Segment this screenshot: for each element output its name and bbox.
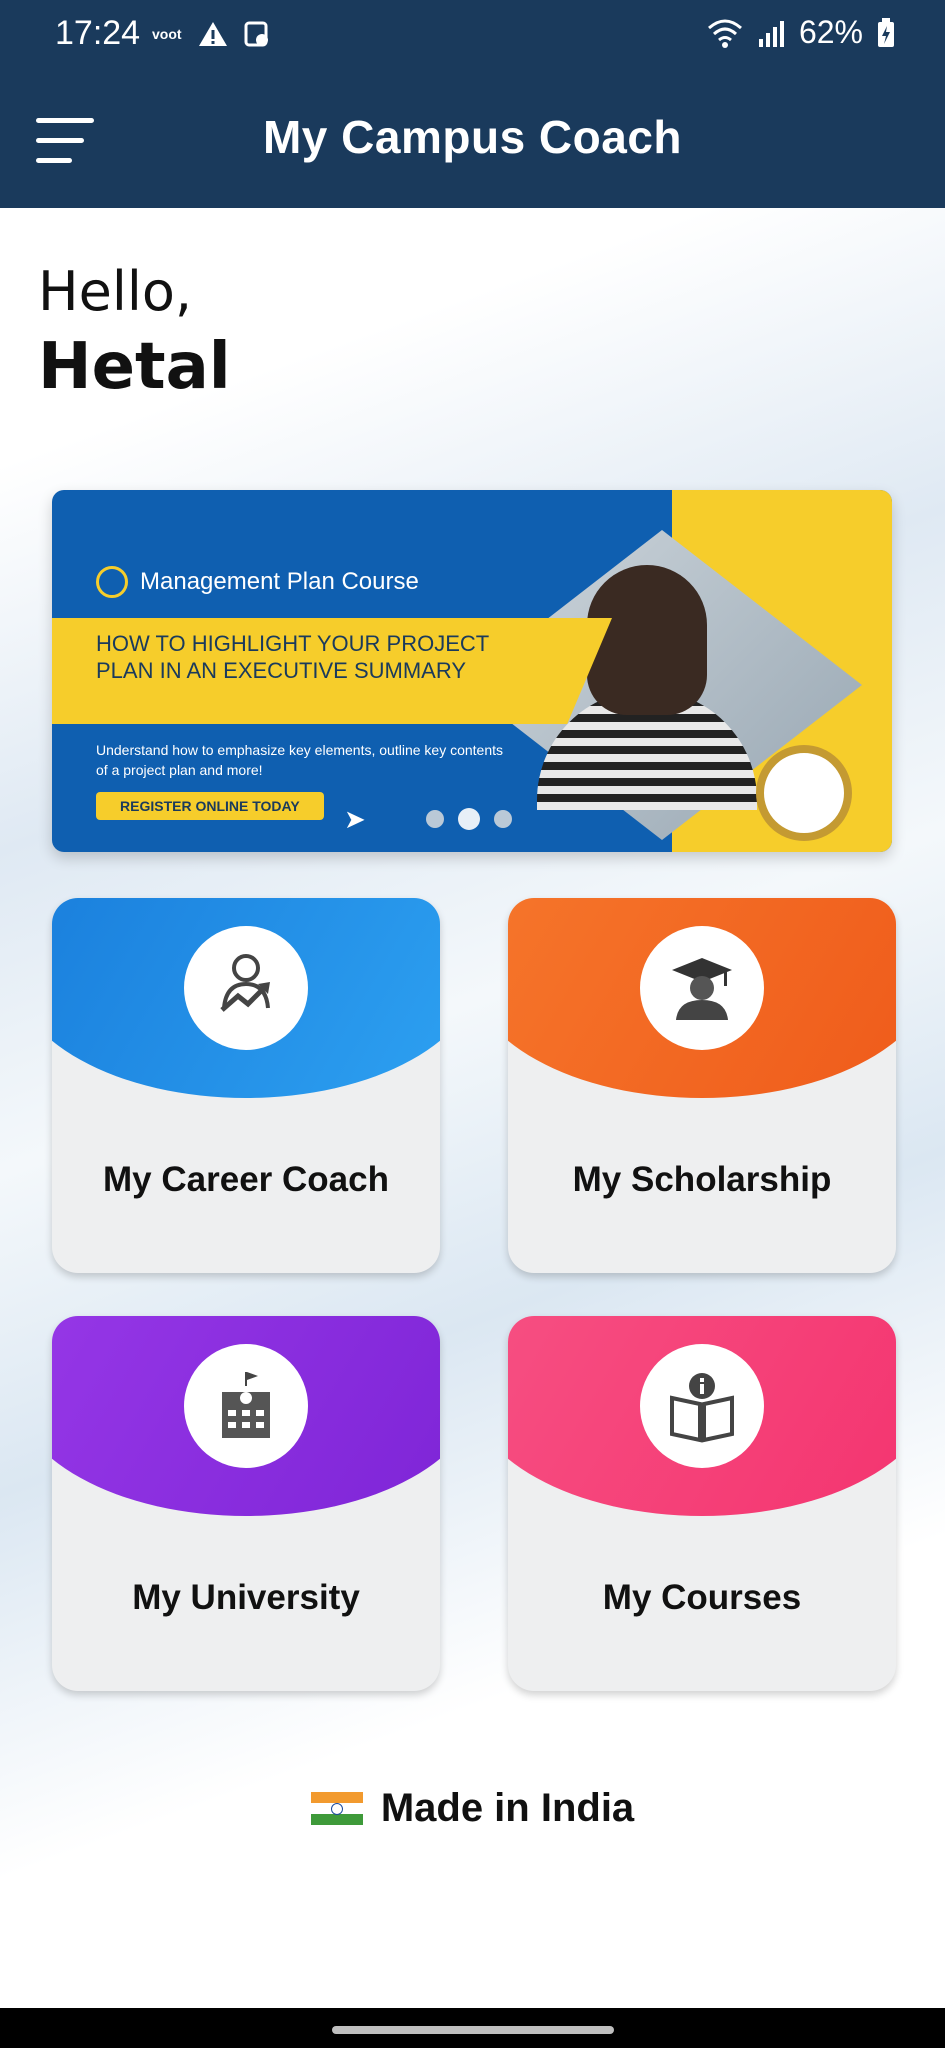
clipboard-icon	[244, 21, 268, 47]
status-right: 62%	[707, 14, 895, 51]
course-title-text: Management Plan Course	[140, 568, 419, 595]
voot-icon: voot	[152, 26, 182, 42]
tile-icon-circle	[640, 1344, 764, 1468]
university-building-icon	[222, 1372, 270, 1438]
book-info-icon	[670, 1373, 734, 1443]
warning-icon	[198, 22, 227, 46]
user-name: Hetal	[38, 330, 231, 404]
tile-label: My Career Coach	[103, 1160, 389, 1199]
notification-icons: voot	[152, 20, 270, 48]
home-gesture-handle[interactable]	[332, 2026, 614, 2034]
banner-headline: HOW TO HIGHLIGHT YOUR PROJECT PLAN IN AN…	[96, 631, 489, 683]
greeting-hello: Hello,	[38, 260, 193, 323]
tile-icon-circle	[184, 926, 308, 1050]
banner-course-title: Management Plan Course	[96, 566, 419, 598]
carousel-dot[interactable]	[494, 810, 512, 828]
courses-tile[interactable]: My Courses	[508, 1316, 896, 1691]
status-time: 17:24	[55, 14, 141, 52]
wifi-icon	[707, 19, 742, 48]
clock-icon	[756, 745, 852, 841]
india-flag-icon	[310, 1791, 363, 1826]
tile-label: My Courses	[602, 1578, 802, 1617]
signal-icon	[758, 20, 784, 47]
tile-icon-circle	[184, 1344, 308, 1468]
app-bar: My Campus Coach	[0, 72, 945, 208]
battery-percentage: 62%	[798, 14, 863, 50]
career-growth-icon	[220, 954, 270, 1012]
promo-banner[interactable]: Management Plan Course HOW TO HIGHLIGHT …	[52, 490, 892, 852]
scholarship-tile[interactable]: My Scholarship	[508, 898, 896, 1273]
graduate-icon	[672, 958, 732, 1020]
page-title: My Campus Coach	[262, 111, 683, 163]
battery-charging-icon	[878, 17, 894, 47]
tile-label: My Scholarship	[572, 1160, 832, 1199]
made-in-india: Made in India	[0, 1786, 945, 1831]
carousel-dots	[426, 808, 512, 830]
register-button[interactable]: REGISTER ONLINE TODAY	[96, 792, 324, 820]
cursor-icon: ➤	[344, 804, 366, 834]
career-coach-tile[interactable]: My Career Coach	[52, 898, 440, 1273]
status-bar: 17:24 voot 62%	[0, 0, 945, 72]
main-content: Hello, Hetal Management Plan Course HOW …	[0, 208, 945, 2008]
system-nav-bar	[0, 2008, 945, 2048]
university-tile[interactable]: My University	[52, 1316, 440, 1691]
tile-label: My University	[132, 1578, 360, 1617]
made-in-india-text: Made in India	[380, 1786, 635, 1830]
brain-icon	[96, 566, 128, 598]
banner-description: Understand how to emphasize key elements…	[96, 742, 504, 778]
carousel-dot[interactable]	[426, 810, 444, 828]
banner-person-head	[587, 565, 707, 715]
tile-icon-circle	[640, 926, 764, 1050]
carousel-dot-active[interactable]	[458, 808, 480, 830]
